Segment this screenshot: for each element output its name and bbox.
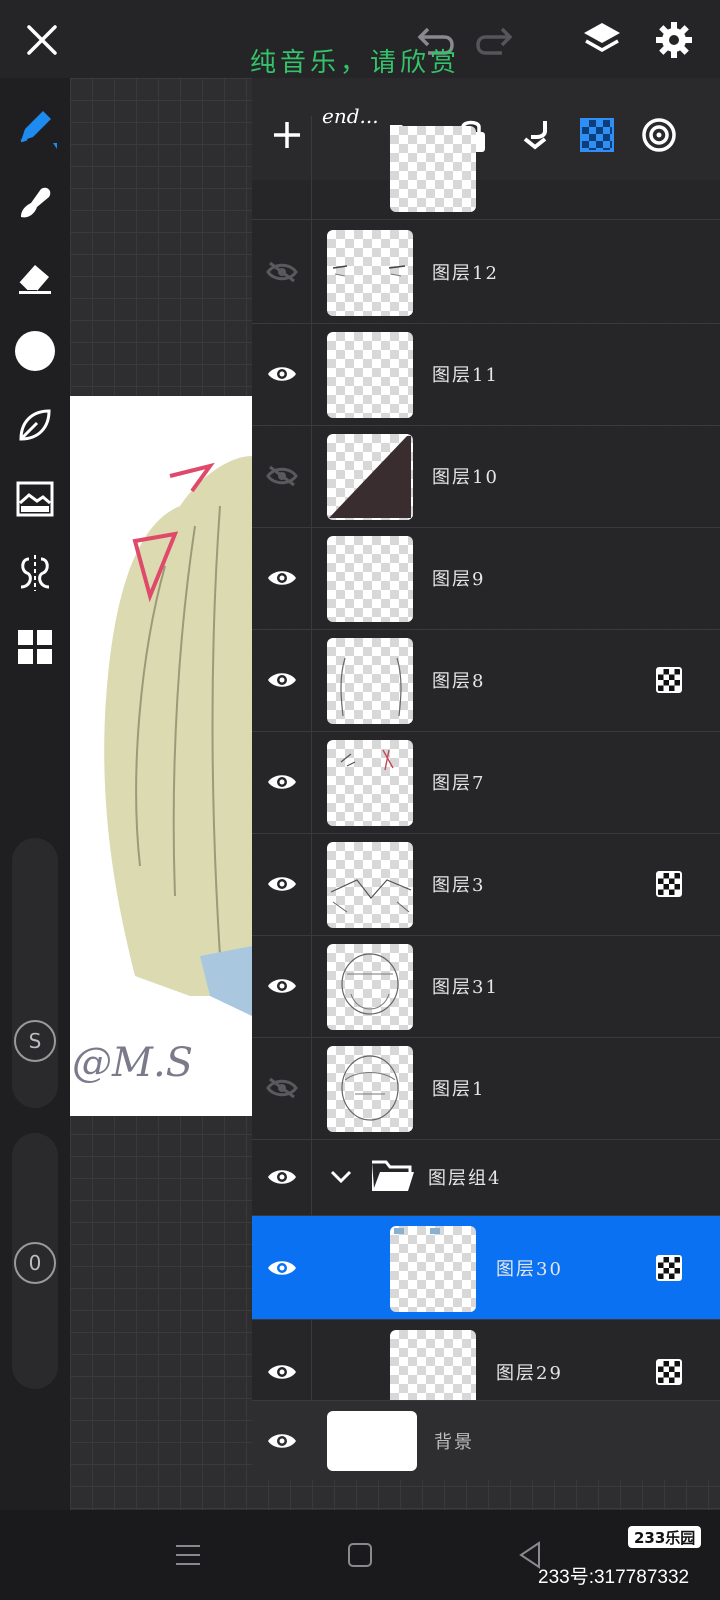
layer-thumbnail	[327, 536, 413, 622]
gear-icon[interactable]	[652, 18, 696, 62]
close-icon[interactable]	[20, 18, 64, 62]
layer-name: 图层1	[432, 1078, 486, 1100]
clipping-badge-icon[interactable]	[656, 871, 682, 897]
eye-hidden-icon[interactable]	[252, 424, 312, 527]
layer-row[interactable]: 图层12	[252, 220, 720, 324]
layer-name: 图层31	[432, 976, 499, 998]
left-toolbar: S 0	[0, 78, 70, 1510]
opacity-button[interactable]: 0	[12, 1240, 58, 1286]
layer-thumbnail	[327, 1046, 413, 1132]
eye-icon[interactable]	[252, 322, 312, 425]
layer-thumbnail	[327, 842, 413, 928]
symmetry-icon[interactable]	[10, 548, 60, 598]
eye-hidden-icon[interactable]	[252, 220, 312, 323]
eye-icon[interactable]	[252, 628, 312, 731]
eye-icon[interactable]	[252, 1138, 312, 1215]
user-id-text: 233号:317787332	[538, 1567, 690, 1588]
drawing-app: @M.S S 0 end... 图层12 图层11 图层10 图层9 图层8 图…	[0, 0, 720, 1600]
layer-thumbnail	[390, 126, 476, 212]
eye-hidden-icon[interactable]	[252, 1036, 312, 1139]
layer-name: 图层9	[432, 568, 486, 590]
stabilizer-label: S	[14, 1020, 56, 1062]
site-logo: 233乐园	[628, 1526, 702, 1548]
stabilizer-button[interactable]: S	[12, 1018, 58, 1064]
image-adjust-icon[interactable]	[10, 474, 60, 524]
layer-group-row[interactable]: 图层组4	[252, 1138, 720, 1216]
chevron-down-icon[interactable]	[324, 1160, 358, 1194]
layer-thumbnail	[327, 740, 413, 826]
artwork[interactable]: @M.S	[70, 396, 252, 1116]
folder-open-icon	[368, 1154, 418, 1198]
layer-thumbnail	[327, 638, 413, 724]
layer-name: 图层3	[432, 874, 486, 896]
layer-name: 图层12	[432, 262, 499, 284]
layer-row[interactable]: 图层7	[252, 730, 720, 834]
clipping-badge-icon[interactable]	[656, 1359, 682, 1385]
leaf-brush-icon[interactable]	[10, 400, 60, 450]
opacity-label: 0	[14, 1242, 56, 1284]
color-swatch-icon[interactable]	[12, 328, 58, 374]
layer-thumbnail	[327, 332, 413, 418]
layer-name: 图层8	[432, 670, 486, 692]
layer-thumbnail	[390, 1226, 476, 1312]
layer-row-partial[interactable]	[252, 116, 720, 220]
artwork-signature: @M.S	[72, 1040, 193, 1086]
home-icon[interactable]	[340, 1538, 380, 1572]
overlay-caption: 纯音乐，请欣赏	[250, 48, 461, 78]
brush-tool-icon[interactable]	[10, 102, 60, 152]
eye-icon[interactable]	[252, 1216, 312, 1319]
menu-icon[interactable]	[168, 1538, 208, 1572]
eye-icon[interactable]	[266, 1425, 298, 1457]
layer-row[interactable]: 图层10	[252, 424, 720, 528]
background-thumbnail	[327, 1411, 417, 1471]
layers-icon[interactable]	[580, 18, 624, 62]
layer-name: 图层11	[432, 364, 499, 386]
eye-icon[interactable]	[252, 730, 312, 833]
clipping-badge-icon[interactable]	[656, 1255, 682, 1281]
layer-row[interactable]: 图层1	[252, 1036, 720, 1140]
layer-thumbnail	[327, 434, 413, 520]
layer-name: 图层7	[432, 772, 486, 794]
layer-row[interactable]: 图层31	[252, 934, 720, 1038]
layer-thumbnail	[327, 230, 413, 316]
eraser-tool-icon[interactable]	[10, 252, 60, 302]
layer-row[interactable]: 图层9	[252, 526, 720, 630]
redo-icon[interactable]	[474, 20, 518, 60]
layer-panel: end... 图层12 图层11 图层10 图层9 图层8 图层7 图层3 图层…	[252, 78, 720, 1478]
brush-size-slider[interactable]	[12, 838, 58, 1108]
smudge-tool-icon[interactable]	[10, 178, 60, 228]
layer-row[interactable]: 图层11	[252, 322, 720, 426]
layer-row-selected[interactable]: 图层30	[252, 1216, 720, 1320]
clipping-badge-icon[interactable]	[656, 667, 682, 693]
background-layer-name: 背景	[434, 1431, 474, 1453]
layer-row[interactable]: 图层8	[252, 628, 720, 732]
eye-icon[interactable]	[252, 832, 312, 935]
eye-icon[interactable]	[252, 526, 312, 629]
background-layer-row[interactable]: 背景	[252, 1400, 720, 1480]
layer-row[interactable]: 图层3	[252, 832, 720, 936]
layer-thumbnail	[327, 944, 413, 1030]
layer-name: 图层30	[496, 1258, 563, 1280]
layer-name: 图层10	[432, 466, 499, 488]
layer-list[interactable]: 图层12 图层11 图层10 图层9 图层8 图层7 图层3 图层31 图层1 …	[252, 116, 720, 1478]
eye-column	[252, 116, 312, 219]
grid-menu-icon[interactable]	[10, 622, 60, 672]
eye-icon[interactable]	[252, 934, 312, 1037]
layer-group-name: 图层组4	[428, 1167, 502, 1189]
